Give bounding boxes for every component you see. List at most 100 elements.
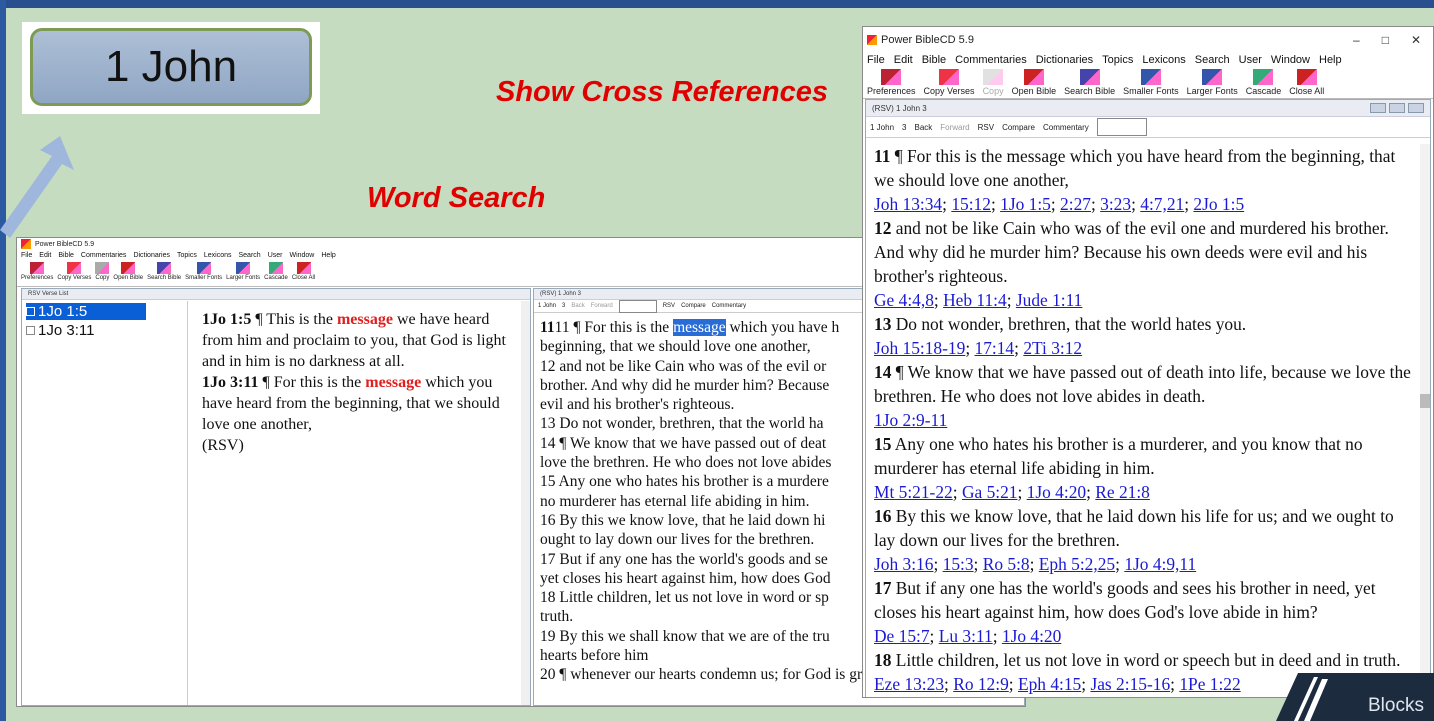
checkbox-icon[interactable]: [26, 307, 35, 316]
nav-input[interactable]: [618, 299, 657, 313]
larger-fonts-button[interactable]: Larger Fonts: [1187, 69, 1238, 96]
cross-reference-link[interactable]: 4:7,21: [1140, 194, 1184, 214]
cross-reference-link[interactable]: Re 21:8: [1095, 482, 1150, 502]
cascade-button[interactable]: Cascade: [1246, 69, 1281, 96]
menu-window[interactable]: Window: [1271, 54, 1310, 66]
cross-reference-link[interactable]: Ro 5:8: [983, 554, 1030, 574]
menu-search[interactable]: Search: [239, 252, 261, 259]
close-all-button[interactable]: Close All: [292, 262, 315, 284]
cross-reference-link[interactable]: Ga 5:21: [962, 482, 1018, 502]
cross-reference-link[interactable]: 2Jo 1:5: [1193, 194, 1244, 214]
book-select[interactable]: 1 John: [538, 303, 556, 309]
cross-reference-link[interactable]: 15:3: [943, 554, 974, 574]
menu-help[interactable]: Help: [321, 252, 335, 259]
cross-reference-link[interactable]: 15:12: [951, 194, 991, 214]
menu-lexicons[interactable]: Lexicons: [1142, 54, 1185, 66]
cross-reference-link[interactable]: 2Ti 3:12: [1023, 338, 1082, 358]
menu-window[interactable]: Window: [289, 252, 314, 259]
cross-reference-link[interactable]: Jas 2:15-16: [1090, 674, 1170, 694]
checkbox-icon[interactable]: [26, 326, 35, 335]
menu-file[interactable]: File: [21, 252, 32, 259]
close-icon[interactable]: [1408, 103, 1424, 113]
cross-reference-link[interactable]: 2:27: [1060, 194, 1091, 214]
verse-list-item[interactable]: 1Jo 1:5: [26, 303, 146, 320]
restore-icon[interactable]: [1389, 103, 1405, 113]
nav-input[interactable]: [1096, 118, 1147, 136]
menu-help[interactable]: Help: [1319, 54, 1342, 66]
version-button[interactable]: RSV: [663, 303, 675, 309]
close-all-button[interactable]: Close All: [1289, 69, 1324, 96]
cross-reference-link[interactable]: Jude 1:11: [1016, 290, 1083, 310]
cross-reference-link[interactable]: 1Jo 2:9-11: [874, 410, 947, 430]
cross-reference-link[interactable]: Heb 11:4: [943, 290, 1007, 310]
cross-reference-link[interactable]: Mt 5:21-22: [874, 482, 953, 502]
menu-topics[interactable]: Topics: [177, 252, 197, 259]
version-button[interactable]: RSV: [978, 123, 994, 132]
cross-reference-link[interactable]: 1Jo 1:5: [1000, 194, 1051, 214]
compare-button[interactable]: Compare: [681, 303, 706, 309]
compare-button[interactable]: Compare: [1002, 123, 1035, 132]
menu-edit[interactable]: Edit: [894, 54, 913, 66]
back-button[interactable]: Back: [914, 123, 932, 132]
menu-dictionaries[interactable]: Dictionaries: [133, 252, 170, 259]
forward-button[interactable]: Forward: [940, 123, 969, 132]
cross-reference-link[interactable]: Eph 4:15: [1018, 674, 1081, 694]
book-select[interactable]: 1 John: [870, 123, 894, 132]
maximize-icon[interactable]: □: [1382, 33, 1389, 47]
back-button[interactable]: Back: [571, 303, 584, 309]
menu-user[interactable]: User: [268, 252, 283, 259]
minimize-icon[interactable]: [1370, 103, 1386, 113]
cross-reference-link[interactable]: Ro 12:9: [953, 674, 1009, 694]
menu-topics[interactable]: Topics: [1102, 54, 1133, 66]
cascade-button[interactable]: Cascade: [264, 262, 288, 284]
copy-verses-button[interactable]: Copy Verses: [924, 69, 975, 96]
larger-fonts-button[interactable]: Larger Fonts: [226, 262, 260, 284]
chapter-select[interactable]: 3: [902, 123, 906, 132]
smaller-fonts-button[interactable]: Smaller Fonts: [1123, 69, 1179, 96]
cross-reference-link[interactable]: Eph 5:2,25: [1039, 554, 1115, 574]
forward-button[interactable]: Forward: [591, 303, 613, 309]
verse-list-item[interactable]: 1Jo 3:11: [26, 322, 183, 339]
menu-lexicons[interactable]: Lexicons: [204, 252, 232, 259]
cross-reference-link[interactable]: 1Jo 4:9,11: [1124, 554, 1196, 574]
smaller-fonts-button[interactable]: Smaller Fonts: [185, 262, 222, 284]
cross-reference-link[interactable]: 3:23: [1100, 194, 1131, 214]
cross-reference-link[interactable]: Joh 15:18-19: [874, 338, 965, 358]
chapter-select[interactable]: 3: [562, 303, 565, 309]
open-bible-button[interactable]: Open Bible: [1012, 69, 1056, 96]
copy-button[interactable]: Copy: [95, 262, 109, 284]
cross-reference-link[interactable]: Eze 13:23: [874, 674, 944, 694]
book-button[interactable]: 1 John: [30, 28, 312, 106]
cross-reference-link[interactable]: De 15:7: [874, 626, 930, 646]
scrollbar[interactable]: [1420, 144, 1430, 697]
menu-user[interactable]: User: [1239, 54, 1262, 66]
preferences-button[interactable]: Preferences: [21, 262, 53, 284]
cross-reference-link[interactable]: Joh 13:34: [874, 194, 942, 214]
cross-reference-link[interactable]: Joh 3:16: [874, 554, 933, 574]
copy-button[interactable]: Copy: [983, 69, 1004, 96]
menu-edit[interactable]: Edit: [39, 252, 51, 259]
open-bible-button[interactable]: Open Bible: [113, 262, 143, 284]
commentary-button[interactable]: Commentary: [712, 303, 746, 309]
cross-reference-link[interactable]: Lu 3:11: [939, 626, 993, 646]
menu-dictionaries[interactable]: Dictionaries: [1036, 54, 1093, 66]
menu-bible[interactable]: Bible: [922, 54, 946, 66]
menu-commentaries[interactable]: Commentaries: [955, 54, 1027, 66]
minimize-icon[interactable]: –: [1353, 33, 1360, 47]
cross-reference-link[interactable]: Ge 4:4,8: [874, 290, 934, 310]
commentary-button[interactable]: Commentary: [1043, 123, 1089, 132]
search-bible-button[interactable]: Search Bible: [147, 262, 181, 284]
menu-commentaries[interactable]: Commentaries: [81, 252, 127, 259]
search-bible-button[interactable]: Search Bible: [1064, 69, 1115, 96]
close-icon[interactable]: ✕: [1411, 33, 1421, 47]
cross-reference-link[interactable]: 1Jo 4:20: [1027, 482, 1086, 502]
menu-file[interactable]: File: [867, 54, 885, 66]
cross-reference-link[interactable]: 1Pe 1:22: [1179, 674, 1240, 694]
scrollbar-thumb[interactable]: [1420, 394, 1430, 408]
cross-reference-link[interactable]: 1Jo 4:20: [1002, 626, 1061, 646]
menu-search[interactable]: Search: [1195, 54, 1230, 66]
preferences-button[interactable]: Preferences: [867, 69, 916, 96]
scrollbar[interactable]: [521, 301, 530, 705]
menu-bible[interactable]: Bible: [58, 252, 74, 259]
cross-reference-link[interactable]: 17:14: [975, 338, 1015, 358]
